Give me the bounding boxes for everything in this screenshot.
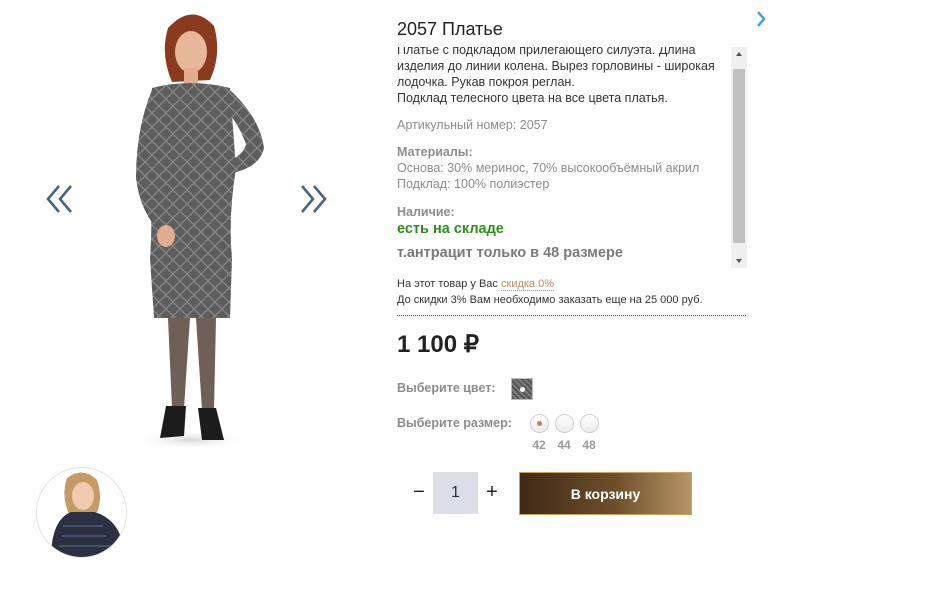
discount-info: На этот товар у Вас скидка 0% До скидки … [397, 276, 703, 308]
divider [397, 315, 746, 316]
size-value: 48 [582, 438, 596, 452]
arrow-down-icon [736, 259, 742, 263]
description-line: изделия до линии колена. Вырез горловины… [397, 59, 715, 73]
discount-text: На этот товар у Вас [397, 278, 498, 290]
scrollbar-thumb[interactable] [733, 69, 745, 243]
prev-photo-button[interactable] [45, 182, 75, 216]
materials-line: Основа: 30% меринос, 70% высокообъёмный … [397, 161, 700, 175]
size-value: 44 [557, 438, 571, 452]
product-gallery [0, 0, 380, 599]
size-radio[interactable] [579, 414, 599, 433]
availability-label: Наличие: [397, 205, 455, 219]
product-main-photo[interactable] [110, 8, 275, 458]
scroll-down-button[interactable] [731, 254, 747, 268]
color-label: Выберите цвет: [397, 381, 496, 395]
thumbnail-photo [51, 472, 123, 557]
chevron-right-icon [757, 11, 766, 27]
size-radio[interactable] [554, 414, 574, 433]
color-swatch-anthracite[interactable] [511, 378, 533, 400]
description-scrollbar[interactable] [731, 47, 747, 268]
quantity-decrease-button[interactable]: − [408, 480, 430, 504]
double-chevron-left-icon [46, 185, 72, 213]
description-line: Подклад телесного цвета на все цвета пла… [397, 91, 668, 105]
discount-threshold-text: До скидки 3% Вам необходимо заказать еще… [397, 294, 703, 306]
size-option[interactable]: 48 [579, 414, 599, 452]
description-line: лодочка. Рукав покроя реглан. [397, 75, 575, 89]
article-number: Артикульный номер: 2057 [397, 118, 548, 132]
availability-status: есть на складе [397, 221, 504, 237]
next-photo-button[interactable] [298, 182, 328, 216]
product-price: 1 100 ₽ [397, 331, 479, 358]
add-to-cart-button[interactable]: В корзину [519, 472, 692, 515]
materials-label: Материалы: [397, 145, 473, 159]
description-line: Платье с подкладом прилегающего силуэта.… [397, 47, 696, 57]
product-title: 2057 Платье [397, 19, 503, 39]
product-thumbnail[interactable] [36, 467, 127, 558]
size-label: Выберите размер: [397, 416, 512, 430]
arrow-up-icon [736, 52, 742, 56]
materials-line: Подклад: 100% полиэстер [397, 177, 550, 191]
stock-note: т.антрацит только в 48 размере [397, 245, 623, 261]
size-value: 42 [532, 438, 546, 452]
selected-dot-icon [520, 387, 525, 392]
size-option[interactable]: 44 [554, 414, 574, 452]
product-description: Платье с подкладом прилегающего силуэта.… [397, 47, 727, 106]
discount-link[interactable]: скидка 0% [501, 278, 555, 291]
size-radio[interactable] [529, 414, 549, 433]
double-chevron-right-icon [301, 185, 327, 213]
product-description-panel[interactable]: Платье с подкладом прилегающего силуэта.… [395, 47, 747, 267]
size-option[interactable]: 42 [529, 414, 549, 452]
quantity-increase-button[interactable]: + [481, 480, 503, 504]
next-product-button[interactable] [752, 8, 770, 30]
scroll-up-button[interactable] [731, 47, 747, 61]
quantity-input[interactable] [433, 472, 478, 514]
